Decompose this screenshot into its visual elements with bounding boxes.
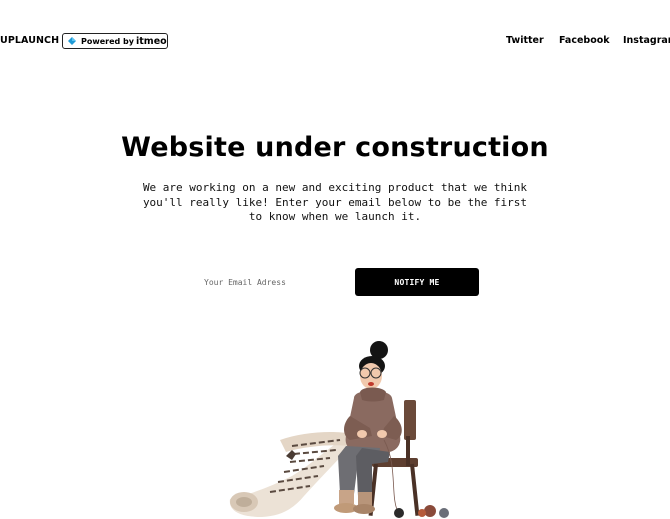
notify-me-button[interactable]: NOTIFY ME [355,268,479,296]
page-title: Website under construction [121,132,549,163]
brand-logo[interactable]: UPLAUNCH [0,35,59,47]
signup-form: NOTIFY ME [190,268,480,296]
diamond-logo-icon [68,37,76,45]
nav-link-instagram[interactable]: Instagram [623,35,670,47]
nav-link-twitter[interactable]: Twitter [506,35,544,47]
woman-knitting-illustration [222,336,462,519]
page-subtitle: We are working on a new and exciting pro… [135,181,535,225]
knitting-woman-icon [334,341,402,514]
powered-by-badge[interactable]: Powered by itmeo [62,33,168,49]
powered-by-label: Powered by [81,36,134,46]
subtitle-line: you'll really like! Enter your email bel… [142,195,528,209]
email-input[interactable] [190,268,350,296]
site-header: UPLAUNCH Powered by itmeo Twitter Facebo… [0,0,670,82]
subtitle-line: to know when we launch it. [248,210,422,223]
powered-by-brand: itmeo [136,35,167,47]
nav-link-facebook[interactable]: Facebook [559,35,610,47]
subtitle-line: We are working on a new and exciting pro… [142,181,528,194]
